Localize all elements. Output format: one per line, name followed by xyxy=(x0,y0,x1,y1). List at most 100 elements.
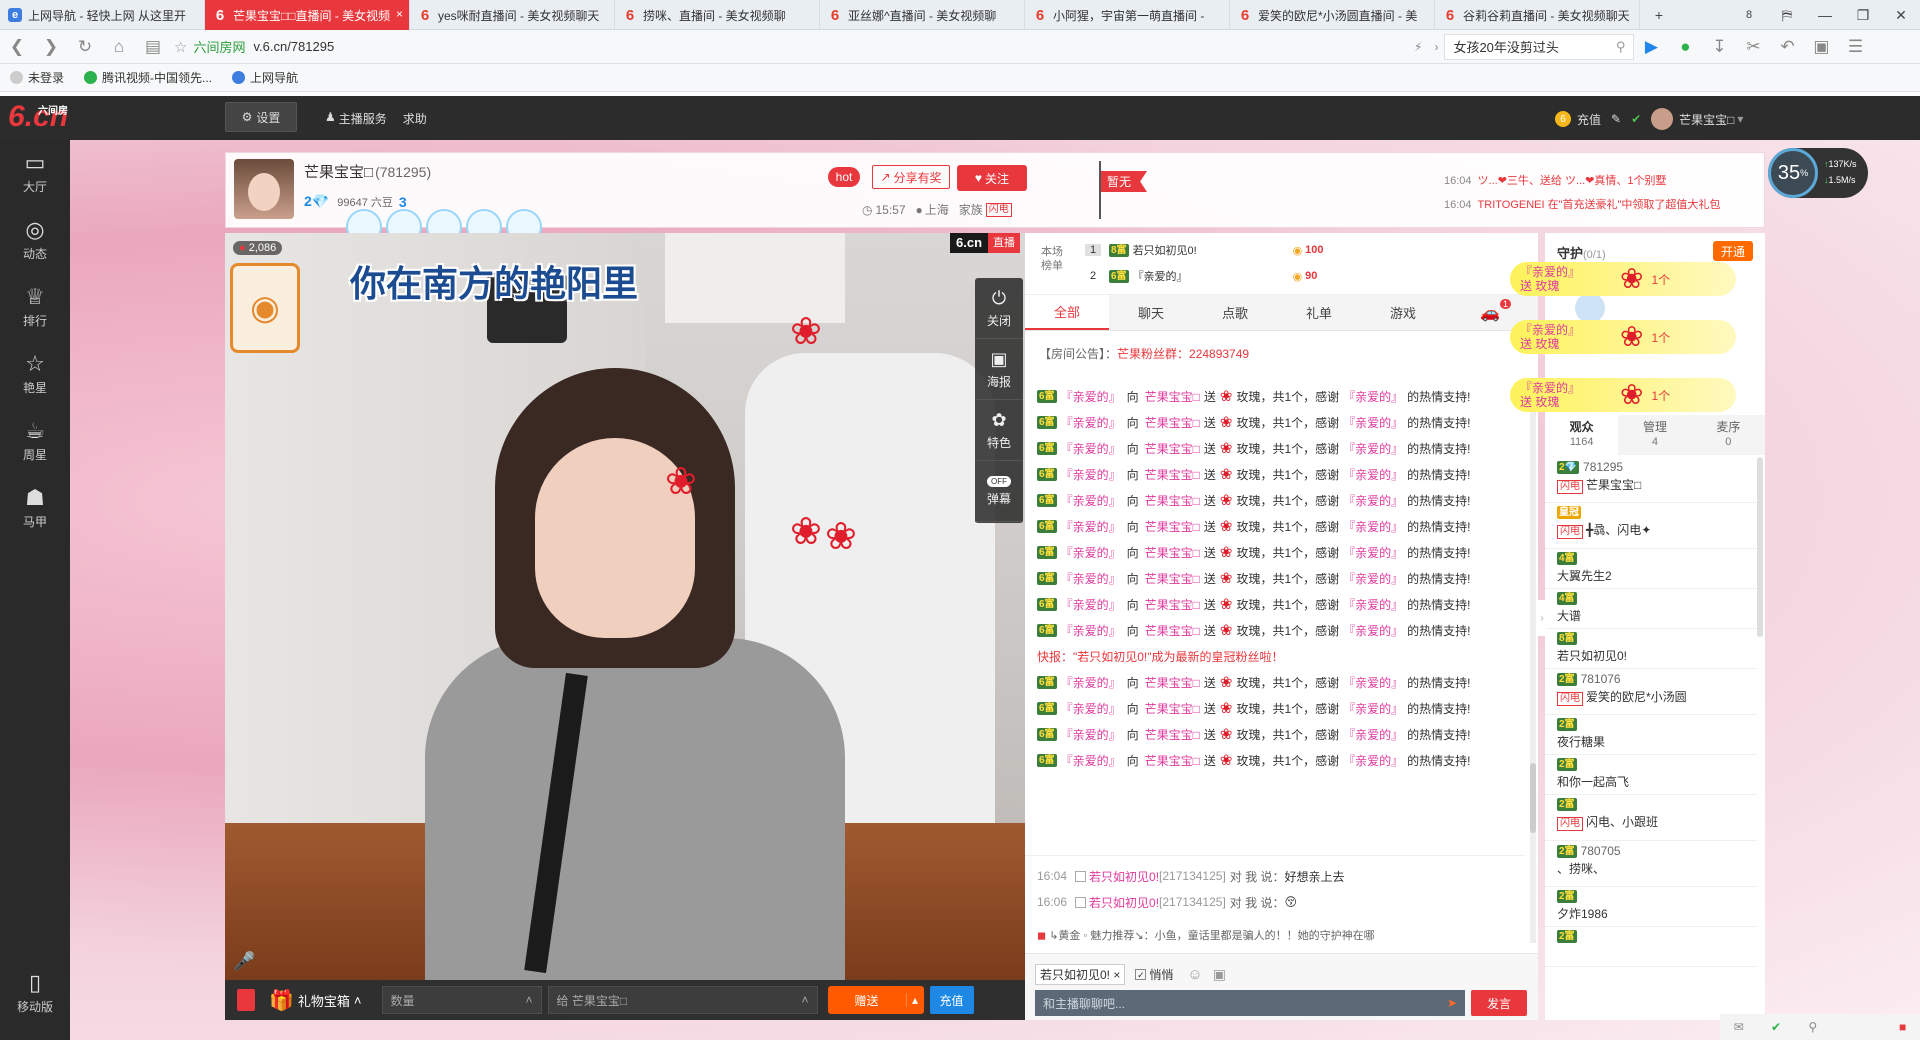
chat-receiver[interactable]: 芒果宝宝□ xyxy=(1145,440,1200,457)
audience-user[interactable]: 4富 大翼先生2 xyxy=(1545,549,1757,589)
chat-thanks-user[interactable]: 『亲爱的』 xyxy=(1343,414,1403,431)
chat-sender[interactable]: 『亲爱的』 xyxy=(1061,622,1121,639)
chevron-right-icon[interactable]: › xyxy=(1434,40,1438,54)
sidebar-item[interactable]: ☕ 周星 xyxy=(0,408,70,475)
restore-icon[interactable]: ❐ xyxy=(1844,0,1882,30)
chat-tab[interactable]: 礼单 xyxy=(1277,295,1361,330)
home-icon[interactable]: ⌂ xyxy=(102,30,136,64)
image-icon[interactable]: ▣ xyxy=(1213,966,1226,983)
car-icon[interactable]: 🚗 1 xyxy=(1480,299,1512,323)
streamer-name[interactable]: 芒果宝宝□ xyxy=(304,161,373,182)
quiet-checkbox[interactable]: ✓ 悄悄 xyxy=(1135,966,1173,983)
panel-collapse-icon[interactable]: › xyxy=(1537,600,1547,636)
bookmark-tencent-video[interactable]: 腾讯视频-中国领先... xyxy=(84,69,212,86)
streamer-avatar[interactable] xyxy=(234,159,294,219)
chevron-up-icon[interactable]: ˄ xyxy=(802,993,809,1007)
chat-thanks-user[interactable]: 『亲爱的』 xyxy=(1343,596,1403,613)
chat-sender[interactable]: 『亲爱的』 xyxy=(1061,700,1121,717)
reader-icon[interactable]: ▤ xyxy=(136,30,170,64)
audience-user[interactable]: 2富 夜行糖果 xyxy=(1545,715,1757,755)
video-tool-button[interactable]: ⏻ 关闭 xyxy=(975,278,1023,339)
network-speed-widget[interactable]: 35% ↑137K/s ↓1.5M/s xyxy=(1768,148,1868,198)
zoom-icon[interactable]: ⚲ xyxy=(1808,1020,1817,1034)
wechat-icon[interactable]: ● xyxy=(1668,30,1702,64)
check-circle-icon[interactable]: ✔ xyxy=(1771,1020,1781,1034)
chat-sender[interactable]: 『亲爱的』 xyxy=(1061,492,1121,509)
chat-thanks-user[interactable]: 『亲爱的』 xyxy=(1343,674,1403,691)
rank-user-name[interactable]: 『亲爱的』 xyxy=(1133,268,1293,284)
audience-user[interactable]: 2富 闪电 闪电、小跟班 xyxy=(1545,795,1757,841)
chat-thanks-user[interactable]: 『亲爱的』 xyxy=(1343,388,1403,405)
chat-receiver[interactable]: 芒果宝宝□ xyxy=(1145,466,1200,483)
chat-sender[interactable]: 若只如初见0! xyxy=(1089,894,1159,911)
audience-user[interactable]: 2富 780705 、捞咪、 xyxy=(1545,841,1757,887)
chat-sender[interactable]: 『亲爱的』 xyxy=(1061,570,1121,587)
chat-receiver[interactable]: 芒果宝宝□ xyxy=(1145,544,1200,561)
username[interactable]: 芒果宝宝□ xyxy=(1679,111,1734,128)
chat-receiver[interactable]: 芒果宝宝□ xyxy=(1145,596,1200,613)
chat-tab[interactable]: 点歌 xyxy=(1193,295,1277,330)
chat-thanks-user[interactable]: 『亲爱的』 xyxy=(1343,544,1403,561)
chat-receiver[interactable]: 芒果宝宝□ xyxy=(1145,570,1200,587)
notification-icon[interactable]: ■ xyxy=(1899,1020,1906,1034)
chat-receiver[interactable]: 芒果宝宝□ xyxy=(1145,518,1200,535)
chat-thanks-user[interactable]: 『亲爱的』 xyxy=(1343,466,1403,483)
wallet-icon[interactable] xyxy=(237,989,255,1011)
chat-receiver[interactable]: 芒果宝宝□ xyxy=(1145,700,1200,717)
chat-receiver[interactable]: 芒果宝宝□ xyxy=(1145,752,1200,769)
back-icon[interactable]: ❮ xyxy=(0,30,34,64)
video-tool-button[interactable]: ▣ 海报 xyxy=(975,339,1023,400)
scrollbar-thumb[interactable] xyxy=(1530,763,1536,833)
guard-open-button[interactable]: 开通 xyxy=(1713,241,1753,261)
host-service-link[interactable]: 主播服务 xyxy=(339,110,387,127)
audience-list[interactable]: 2💎 781295 闪电 芒果宝宝□ 皇冠 闪电 ╋骉、闪电✦ 4富 大翼先生2 4富 大谱 8富 若只… xyxy=(1545,457,1757,1020)
chat-receiver[interactable]: 芒果宝宝□ xyxy=(1145,726,1200,743)
tab-count[interactable]: 8 xyxy=(1730,0,1768,30)
emoji-icon[interactable]: ☺ xyxy=(1187,966,1202,983)
chat-input[interactable]: 和主播聊聊吧... ➤ xyxy=(1035,990,1465,1016)
browser-tab[interactable]: 6 捞咪、直播间 - 美女视频聊 xyxy=(615,0,820,30)
url-field[interactable]: ☆ 六间房网 v.6.cn/781295 xyxy=(174,34,1414,60)
edit-icon[interactable]: ✎ xyxy=(1611,112,1621,126)
bookmark-login[interactable]: 未登录 xyxy=(10,69,64,86)
chat-receiver[interactable]: 芒果宝宝□ xyxy=(1145,492,1200,509)
family-tag[interactable]: 闪电 xyxy=(985,202,1012,217)
chat-tab[interactable]: 游戏 xyxy=(1361,295,1445,330)
search-input[interactable]: 女孩20年没剪过头 ⚲ xyxy=(1444,33,1635,60)
play-icon[interactable]: ▶ xyxy=(1634,30,1668,64)
audience-user[interactable]: 2富 781076 闪电 爱笑的欧尼*小汤圆 xyxy=(1545,669,1757,715)
rank-row[interactable]: 1 8富 若只如初见0! ◉ 100 xyxy=(1085,237,1375,263)
gift-recipient-select[interactable]: 给 芒果宝宝□ ˄ xyxy=(547,986,818,1014)
browser-tab[interactable]: 6 小阿猩，宇宙第一萌直播间 - xyxy=(1025,0,1230,30)
chat-receiver[interactable]: 芒果宝宝□ xyxy=(1145,622,1200,639)
share-button[interactable]: ↗ 分享有奖 xyxy=(872,165,950,189)
shirt-icon[interactable]: ⛿ xyxy=(1768,0,1806,30)
giftbar-recharge-button[interactable]: 充值 xyxy=(929,986,974,1014)
chat-message-list[interactable]: 6富 『亲爱的』向芒果宝宝□ 送 ❀ 玫瑰，共1个，感谢 『亲爱的』 的热情支持! 6富 『亲爱… xyxy=(1025,383,1525,853)
gift-quantity-input[interactable]: 数量 ˄ xyxy=(381,986,542,1014)
chevron-down-icon[interactable]: ▾ xyxy=(1737,112,1743,126)
star-icon[interactable]: ☆ xyxy=(174,38,187,56)
sidebar-item[interactable]: ☗ 马甲 xyxy=(0,475,70,542)
video-tool-button[interactable]: OFF 弹幕 xyxy=(975,461,1023,522)
chat-thanks-user[interactable]: 『亲爱的』 xyxy=(1343,622,1403,639)
audience-user[interactable]: 皇冠 闪电 ╋骉、闪电✦ xyxy=(1545,503,1757,549)
new-tab-icon[interactable]: + xyxy=(1640,0,1678,30)
gift-box-button[interactable]: 🎁 礼物宝箱 ˄ xyxy=(269,988,362,1013)
chat-thanks-user[interactable]: 『亲爱的』 xyxy=(1343,700,1403,717)
help-link[interactable]: 求助 xyxy=(403,110,427,127)
chat-thanks-user[interactable]: 『亲爱的』 xyxy=(1343,440,1403,457)
rank-row[interactable]: 2 6富 『亲爱的』 ◉ 90 xyxy=(1085,263,1375,289)
audience-user[interactable]: 2富 夕炸1986 xyxy=(1545,887,1757,927)
menu-icon[interactable]: ☰ xyxy=(1838,30,1872,64)
chat-tab[interactable]: 全部 xyxy=(1025,295,1109,330)
chat-thanks-user[interactable]: 『亲爱的』 xyxy=(1343,518,1403,535)
chat-receiver[interactable]: 芒果宝宝□ xyxy=(1145,674,1200,691)
audience-user[interactable]: 2💎 781295 闪电 芒果宝宝□ xyxy=(1545,457,1757,503)
chat-sender[interactable]: 『亲爱的』 xyxy=(1061,414,1121,431)
paper-plane-icon[interactable]: ➤ xyxy=(1447,996,1457,1010)
sidebar-item[interactable]: ☆ 艳星 xyxy=(0,341,70,408)
chat-thanks-user[interactable]: 『亲爱的』 xyxy=(1343,726,1403,743)
audience-scrollbar[interactable] xyxy=(1757,457,1763,637)
browser-tab[interactable]: 6 亚丝娜^直播间 - 美女视频聊 xyxy=(820,0,1025,30)
